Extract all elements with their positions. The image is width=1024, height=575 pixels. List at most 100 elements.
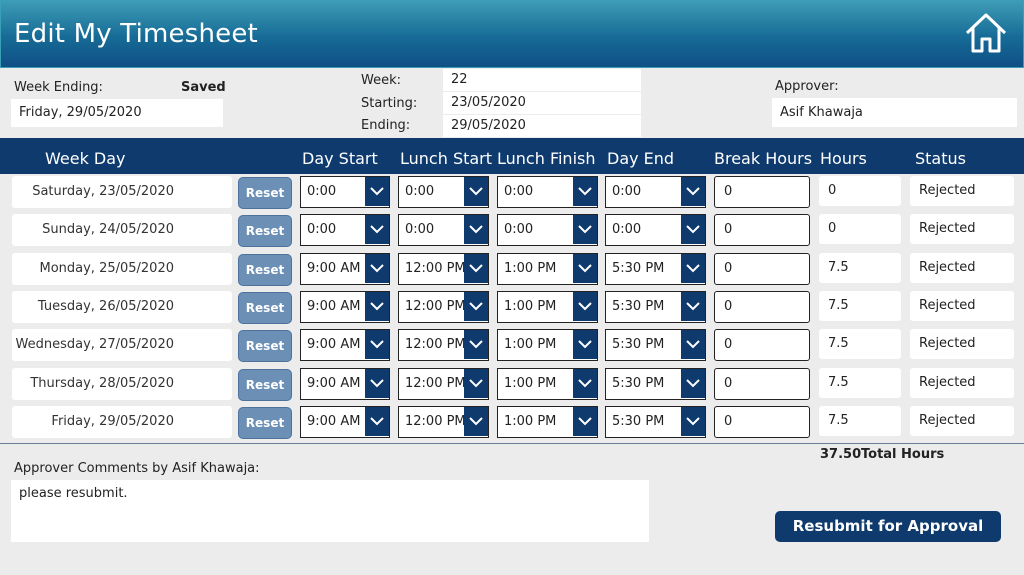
break-hours-input[interactable]: 0 bbox=[714, 329, 810, 362]
resubmit-button[interactable]: Resubmit for Approval bbox=[775, 511, 1001, 542]
lunch-finish-dropdown[interactable]: 1:00 PM bbox=[497, 329, 598, 362]
lunch-start-dropdown[interactable]: 12:00 PM bbox=[398, 290, 489, 323]
lunch-start-dropdown[interactable]: 12:00 PM bbox=[398, 367, 489, 400]
chevron-down-icon[interactable] bbox=[681, 291, 705, 321]
col-day-end: Day End bbox=[607, 149, 675, 168]
chevron-down-icon[interactable] bbox=[464, 177, 488, 206]
lunch-start-value: 12:00 PM bbox=[405, 298, 466, 314]
hours-value: 7.5 bbox=[819, 367, 901, 398]
hours-value: 0 bbox=[819, 176, 901, 206]
lunch-start-value: 12:00 PM bbox=[405, 260, 466, 276]
chevron-down-icon[interactable] bbox=[573, 177, 597, 206]
home-icon[interactable] bbox=[964, 11, 1008, 55]
chevron-down-icon[interactable] bbox=[681, 406, 705, 436]
chevron-down-icon[interactable] bbox=[365, 406, 389, 436]
chevron-down-icon[interactable] bbox=[464, 406, 488, 436]
day-start-dropdown[interactable]: 0:00 bbox=[300, 214, 390, 247]
reset-button[interactable]: Reset bbox=[238, 177, 292, 209]
reset-button[interactable]: Reset bbox=[238, 406, 292, 439]
day-end-dropdown[interactable]: 5:30 PM bbox=[605, 329, 706, 362]
day-start-dropdown[interactable]: 0:00 bbox=[300, 176, 390, 208]
day-end-dropdown[interactable]: 5:30 PM bbox=[605, 290, 706, 323]
chevron-down-icon[interactable] bbox=[573, 330, 597, 360]
chevron-down-icon[interactable] bbox=[464, 368, 488, 398]
lunch-finish-dropdown[interactable]: 1:00 PM bbox=[497, 252, 598, 285]
day-end-dropdown[interactable]: 5:30 PM bbox=[605, 405, 706, 438]
day-start-dropdown[interactable]: 9:00 AM bbox=[300, 290, 390, 323]
chevron-down-icon[interactable] bbox=[573, 291, 597, 321]
chevron-down-icon[interactable] bbox=[573, 406, 597, 436]
chevron-down-icon[interactable] bbox=[464, 253, 488, 283]
day-end-value: 5:30 PM bbox=[612, 337, 665, 353]
chevron-down-icon[interactable] bbox=[365, 253, 389, 283]
day-start-dropdown[interactable]: 9:00 AM bbox=[300, 252, 390, 285]
chevron-down-icon[interactable] bbox=[573, 253, 597, 283]
lunch-start-dropdown[interactable]: 12:00 PM bbox=[398, 252, 489, 285]
chevron-down-icon[interactable] bbox=[573, 215, 597, 245]
lunch-start-value: 0:00 bbox=[405, 222, 435, 238]
lunch-finish-dropdown[interactable]: 0:00 bbox=[497, 214, 598, 247]
status-value: Rejected bbox=[910, 405, 1014, 436]
lunch-finish-dropdown[interactable]: 1:00 PM bbox=[497, 290, 598, 323]
lunch-finish-value: 1:00 PM bbox=[504, 413, 557, 429]
week-day-cell: Thursday, 28/05/2020 bbox=[12, 367, 232, 400]
day-end-value: 5:30 PM bbox=[612, 298, 665, 314]
chevron-down-icon[interactable] bbox=[681, 215, 705, 245]
reset-button[interactable]: Reset bbox=[238, 253, 292, 286]
lunch-finish-value: 0:00 bbox=[504, 184, 534, 199]
chevron-down-icon[interactable] bbox=[365, 291, 389, 321]
reset-button[interactable]: Reset bbox=[238, 291, 292, 324]
chevron-down-icon[interactable] bbox=[464, 291, 488, 321]
lunch-finish-value: 1:00 PM bbox=[504, 337, 557, 353]
hours-value: 0 bbox=[819, 214, 901, 245]
lunch-finish-value: 0:00 bbox=[504, 222, 534, 238]
lunch-finish-dropdown[interactable]: 1:00 PM bbox=[497, 405, 598, 438]
status-value: Rejected bbox=[910, 214, 1014, 245]
break-hours-input[interactable]: 0 bbox=[714, 367, 810, 400]
chevron-down-icon[interactable] bbox=[365, 330, 389, 360]
chevron-down-icon[interactable] bbox=[681, 330, 705, 360]
lunch-start-dropdown[interactable]: 12:00 PM bbox=[398, 405, 489, 438]
chevron-down-icon[interactable] bbox=[681, 253, 705, 283]
break-hours-input[interactable]: 0 bbox=[714, 405, 810, 438]
chevron-down-icon[interactable] bbox=[573, 368, 597, 398]
reset-button[interactable]: Reset bbox=[238, 215, 292, 248]
hours-value: 7.5 bbox=[819, 290, 901, 321]
day-start-dropdown[interactable]: 9:00 AM bbox=[300, 405, 390, 438]
chevron-down-icon[interactable] bbox=[681, 368, 705, 398]
lunch-finish-value: 1:00 PM bbox=[504, 375, 557, 391]
chevron-down-icon[interactable] bbox=[681, 177, 705, 206]
lunch-start-dropdown[interactable]: 0:00 bbox=[398, 214, 489, 247]
chevron-down-icon[interactable] bbox=[365, 177, 389, 206]
day-end-dropdown[interactable]: 0:00 bbox=[605, 214, 706, 247]
lunch-finish-dropdown[interactable]: 0:00 bbox=[497, 176, 598, 208]
chevron-down-icon[interactable] bbox=[464, 330, 488, 360]
col-break-hours: Break Hours bbox=[714, 149, 813, 168]
break-hours-input[interactable]: 0 bbox=[714, 252, 810, 285]
break-hours-input[interactable]: 0 bbox=[714, 290, 810, 323]
lunch-finish-dropdown[interactable]: 1:00 PM bbox=[497, 367, 598, 400]
lunch-start-dropdown[interactable]: 12:00 PM bbox=[398, 329, 489, 362]
day-start-dropdown[interactable]: 9:00 AM bbox=[300, 329, 390, 362]
day-end-dropdown[interactable]: 0:00 bbox=[605, 176, 706, 208]
ending-label: Ending: bbox=[361, 118, 411, 133]
starting-field: 23/05/2020 bbox=[443, 92, 641, 114]
break-hours-input[interactable]: 0 bbox=[714, 176, 810, 208]
reset-button[interactable]: Reset bbox=[238, 330, 292, 363]
approver-comments-label: Approver Comments by Asif Khawaja: bbox=[14, 461, 260, 476]
hours-value: 7.5 bbox=[819, 252, 901, 283]
lunch-start-dropdown[interactable]: 0:00 bbox=[398, 176, 489, 208]
day-end-dropdown[interactable]: 5:30 PM bbox=[605, 252, 706, 285]
chevron-down-icon[interactable] bbox=[464, 215, 488, 245]
break-hours-input[interactable]: 0 bbox=[714, 214, 810, 247]
saved-status: Saved bbox=[181, 80, 226, 95]
week-ending-field[interactable]: Friday, 29/05/2020 bbox=[11, 99, 223, 127]
day-start-dropdown[interactable]: 9:00 AM bbox=[300, 367, 390, 400]
chevron-down-icon[interactable] bbox=[365, 368, 389, 398]
week-field: 22 bbox=[443, 69, 641, 91]
day-end-dropdown[interactable]: 5:30 PM bbox=[605, 367, 706, 400]
reset-button[interactable]: Reset bbox=[238, 368, 292, 401]
lunch-start-value: 12:00 PM bbox=[405, 337, 466, 353]
lunch-finish-value: 1:00 PM bbox=[504, 298, 557, 314]
chevron-down-icon[interactable] bbox=[365, 215, 389, 245]
